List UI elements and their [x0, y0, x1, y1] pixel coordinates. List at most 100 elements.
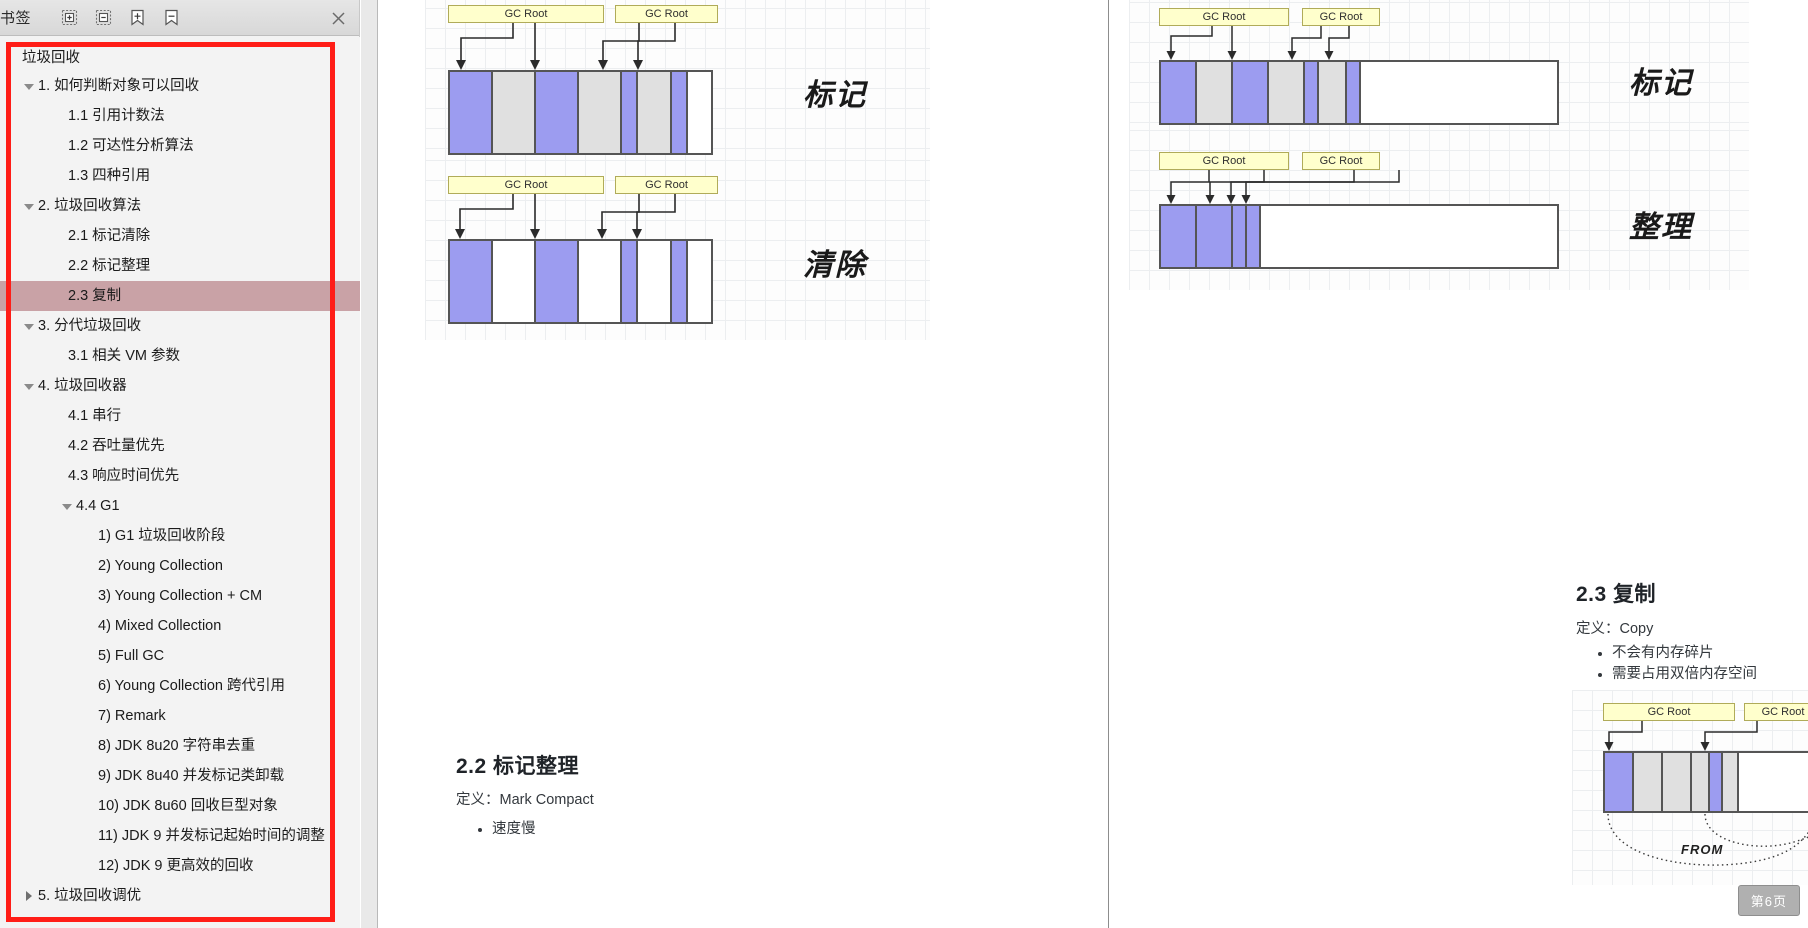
bookmark-item[interactable]: 3.1 相关 VM 参数: [0, 341, 360, 371]
bookmark-item[interactable]: 12) JDK 9 更高效的回收: [0, 851, 360, 881]
document-page-right: GC Root GC Root 标记 GC Root GC Root 整理 2.…: [1109, 0, 1808, 928]
bookmark-tab-label[interactable]: 书签: [0, 7, 39, 28]
bookmark-item-label: 10) JDK 8u60 回收巨型对象: [98, 798, 278, 814]
bookmark-item[interactable]: 4.3 响应时间优先: [0, 461, 360, 491]
list-item: 不会有内存碎片: [1594, 643, 1757, 664]
collapse-all-icon[interactable]: [93, 8, 113, 28]
bookmark-item[interactable]: 2.2 标记整理: [0, 251, 360, 281]
gc-root-label: GC Root: [1159, 152, 1289, 170]
bookmark-item-label: 2.3 复制: [68, 288, 122, 304]
memory-row: [448, 70, 713, 155]
bookmark-item-label: 2. 垃圾回收算法: [38, 198, 142, 214]
bookmark-item[interactable]: 4.1 串行: [0, 401, 360, 431]
gc-root-label: GC Root: [1302, 8, 1380, 26]
bookmark-item-label: 3.1 相关 VM 参数: [68, 348, 180, 364]
chevron-down-icon[interactable]: [22, 379, 36, 393]
bookmark-item[interactable]: 3. 分代垃圾回收: [0, 311, 360, 341]
bookmark-item[interactable]: 1.3 四种引用: [0, 161, 360, 191]
panel-splitter[interactable]: [361, 0, 378, 928]
document-page-left: GC Root GC Root 标记 GC Root GC Root 清除 2.…: [379, 0, 1108, 928]
bookmark-item[interactable]: 4.4 G1: [0, 491, 360, 521]
bookmark-item[interactable]: 1. 如何判断对象可以回收: [0, 71, 360, 101]
bookmark-item-label: 2.1 标记清除: [68, 228, 151, 244]
bookmark-item[interactable]: 5) Full GC: [0, 641, 360, 671]
compact-caption: 整理: [1629, 211, 1693, 244]
mark-diagram: GC Root GC Root 标记: [1129, 0, 1749, 142]
bookmark-tool-icons: [59, 8, 181, 28]
expand-all-icon[interactable]: [59, 8, 79, 28]
bookmark-root-title[interactable]: 垃圾回收: [0, 45, 360, 71]
bookmark-item-label: 4.2 吞吐量优先: [68, 438, 165, 454]
bookmark-item-label: 2.2 标记整理: [68, 258, 151, 274]
bookmark-panel: 书签 垃圾回收 1. 如何判断对象可以回收 1.1 引用计数法 1.2 可达性分…: [0, 0, 360, 928]
gc-root-label: GC Root: [615, 5, 718, 23]
section-heading-2-2: 2.2 标记整理: [456, 755, 580, 778]
bookmark-item-label: 1.3 四种引用: [68, 168, 151, 184]
bookmark-item[interactable]: 4) Mixed Collection: [0, 611, 360, 641]
bookmark-item-label: 1. 如何判断对象可以回收: [38, 78, 200, 94]
list-item: 速度慢: [474, 819, 536, 840]
bookmark-item[interactable]: 11) JDK 9 并发标记起始时间的调整: [0, 821, 360, 851]
bookmark-item-label: 5. 垃圾回收调优: [38, 888, 142, 904]
bookmark-item[interactable]: 7) Remark: [0, 701, 360, 731]
bookmark-tree-scroll[interactable]: 垃圾回收 1. 如何判断对象可以回收 1.1 引用计数法 1.2 可达性分析算法 1.…: [0, 37, 360, 928]
copy-diagram: GC Root GC Root FROM: [1572, 690, 1808, 885]
bookmark-tree: 垃圾回收 1. 如何判断对象可以回收 1.1 引用计数法 1.2 可达性分析算法 1.…: [0, 37, 360, 911]
section-bullets-2-3: 不会有内存碎片 需要占用双倍内存空间: [1594, 643, 1757, 685]
bookmark-item[interactable]: 5. 垃圾回收调优: [0, 881, 360, 911]
chevron-down-icon[interactable]: [22, 319, 36, 333]
chevron-down-icon[interactable]: [60, 499, 74, 513]
mark-caption: 标记: [1629, 67, 1693, 100]
sweep-caption: 清除: [803, 249, 867, 282]
bookmark-item-label: 3) Young Collection + CM: [98, 588, 263, 604]
section-definition-2-3: 定义：Copy: [1576, 621, 1654, 637]
bookmark-item-label: 9) JDK 8u40 并发标记类卸载: [98, 768, 285, 784]
bookmark-item[interactable]: 1) G1 垃圾回收阶段: [0, 521, 360, 551]
chevron-down-icon[interactable]: [22, 199, 36, 213]
gc-root-label: GC Root: [1744, 703, 1808, 721]
add-bookmark-icon[interactable]: [127, 8, 147, 28]
bookmark-item-label: 8) JDK 8u20 字符串去重: [98, 738, 256, 754]
remove-bookmark-icon[interactable]: [161, 8, 181, 28]
bookmark-item[interactable]: 1.2 可达性分析算法: [0, 131, 360, 161]
bookmark-item[interactable]: 4.2 吞吐量优先: [0, 431, 360, 461]
list-item: 需要占用双倍内存空间: [1594, 664, 1757, 685]
from-label: FROM: [1681, 842, 1724, 857]
bookmark-item[interactable]: 3) Young Collection + CM: [0, 581, 360, 611]
bookmark-item[interactable]: 4. 垃圾回收器: [0, 371, 360, 401]
bookmark-item[interactable]: 6) Young Collection 跨代引用: [0, 671, 360, 701]
gc-root-label: GC Root: [1302, 152, 1380, 170]
bookmark-item-label: 1) G1 垃圾回收阶段: [98, 528, 226, 544]
compact-diagram: GC Root GC Root 整理: [1129, 130, 1749, 290]
section-bullets-2-2: 速度慢: [474, 819, 536, 840]
bookmark-item[interactable]: 8) JDK 8u20 字符串去重: [0, 731, 360, 761]
bookmark-item[interactable]: 2.3 复制: [0, 281, 360, 311]
chevron-down-icon[interactable]: [22, 79, 36, 93]
bookmark-item[interactable]: 1.1 引用计数法: [0, 101, 360, 131]
close-icon[interactable]: [327, 7, 349, 29]
memory-row: [1159, 60, 1559, 125]
document-viewer[interactable]: GC Root GC Root 标记 GC Root GC Root 清除 2.…: [379, 0, 1808, 928]
bookmark-item[interactable]: 2) Young Collection: [0, 551, 360, 581]
bookmark-item[interactable]: 2. 垃圾回收算法: [0, 191, 360, 221]
bookmark-item-label: 3. 分代垃圾回收: [38, 318, 142, 334]
page-number-badge: 第6页: [1737, 885, 1800, 916]
gc-root-label: GC Root: [448, 176, 604, 194]
mark-caption: 标记: [803, 79, 867, 112]
bookmark-item[interactable]: 2.1 标记清除: [0, 221, 360, 251]
bookmark-item-label: 4. 垃圾回收器: [38, 378, 127, 394]
gc-root-label: GC Root: [448, 5, 604, 23]
bookmark-item-label: 4) Mixed Collection: [98, 618, 222, 634]
application-window: 书签 垃圾回收 1. 如何判断对象可以回收 1.1 引用计数法 1.2 可达性分…: [0, 0, 1808, 928]
bookmark-item-label: 7) Remark: [98, 708, 166, 724]
bookmark-item[interactable]: 9) JDK 8u40 并发标记类卸载: [0, 761, 360, 791]
bookmark-item-label: 2) Young Collection: [98, 558, 223, 574]
chevron-right-icon[interactable]: [22, 889, 36, 903]
gc-root-label: GC Root: [615, 176, 718, 194]
section-definition-2-2: 定义：Mark Compact: [456, 792, 594, 808]
bookmark-item-label: 6) Young Collection 跨代引用: [98, 678, 285, 694]
memory-row-from: [1603, 751, 1808, 813]
bookmark-item[interactable]: 10) JDK 8u60 回收巨型对象: [0, 791, 360, 821]
bookmark-item-label: 12) JDK 9 更高效的回收: [98, 858, 254, 874]
gc-root-label: GC Root: [1159, 8, 1289, 26]
